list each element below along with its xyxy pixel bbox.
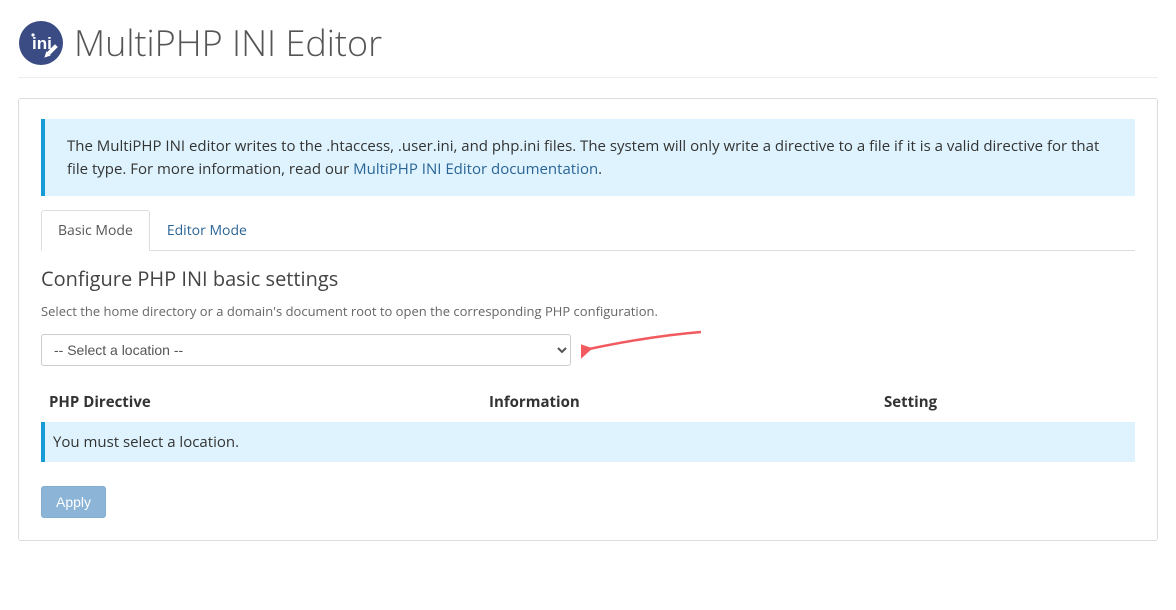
- tab-basic-mode[interactable]: Basic Mode: [41, 210, 150, 251]
- pointer-arrow: [581, 345, 711, 355]
- documentation-link[interactable]: MultiPHP INI Editor documentation: [353, 159, 598, 179]
- apply-button[interactable]: Apply: [41, 486, 106, 518]
- ini-editor-icon: ini: [18, 20, 64, 66]
- tab-editor-mode[interactable]: Editor Mode: [150, 210, 264, 251]
- info-alert: The MultiPHP INI editor writes to the .h…: [41, 119, 1135, 196]
- select-location-warning: You must select a location.: [41, 422, 1135, 462]
- help-text: Select the home directory or a domain's …: [41, 302, 1135, 320]
- mode-tabs: Basic Mode Editor Mode: [41, 210, 1135, 251]
- main-card: The MultiPHP INI editor writes to the .h…: [18, 98, 1158, 541]
- tab-editor-mode-label[interactable]: Editor Mode: [150, 210, 264, 251]
- location-row: -- Select a location --: [41, 334, 1135, 366]
- th-information: Information: [489, 392, 884, 412]
- alert-text-after: .: [598, 159, 602, 179]
- page-title: MultiPHP INI Editor: [74, 18, 382, 67]
- directives-table-header: PHP Directive Information Setting: [41, 384, 1135, 422]
- svg-text:ini: ini: [32, 34, 52, 53]
- tab-basic-mode-label[interactable]: Basic Mode: [41, 210, 150, 251]
- th-setting: Setting: [884, 392, 1127, 412]
- location-select[interactable]: -- Select a location --: [41, 334, 571, 366]
- section-heading: Configure PHP INI basic settings: [41, 265, 1135, 292]
- th-directive: PHP Directive: [49, 392, 489, 412]
- page-header: ini MultiPHP INI Editor: [18, 18, 1158, 78]
